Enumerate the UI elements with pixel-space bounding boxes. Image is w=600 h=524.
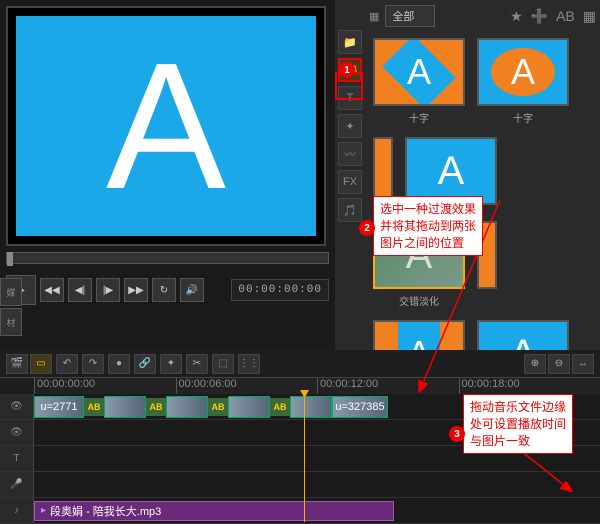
- fit-button[interactable]: ↔: [572, 354, 594, 374]
- audio-tab-icon[interactable]: 🎵: [338, 198, 362, 222]
- left-tab-material[interactable]: 材: [0, 308, 22, 336]
- clip[interactable]: u=2771: [34, 396, 84, 418]
- playhead[interactable]: [304, 394, 305, 522]
- callout-2: 拖动音乐文件边缘处可设置播放时间与图片一致: [463, 394, 573, 454]
- graphic-tab-icon[interactable]: ✦: [338, 114, 362, 138]
- clip[interactable]: [104, 396, 146, 418]
- title-track-head[interactable]: T: [0, 446, 34, 471]
- clip[interactable]: [166, 396, 208, 418]
- preview-letter: A: [106, 23, 226, 230]
- preview-frame: A: [16, 16, 316, 236]
- audio-clip[interactable]: 段奥娟 - 陪我长大.mp3: [34, 501, 394, 521]
- group-button[interactable]: ⬚: [212, 354, 234, 374]
- favorite-icon[interactable]: ★: [510, 8, 523, 25]
- overlay-track-head[interactable]: 👁: [0, 420, 34, 445]
- transition-clip[interactable]: AB: [208, 398, 228, 416]
- transition-thumb[interactable]: A 十字: [477, 38, 569, 125]
- transition-clip[interactable]: AB: [84, 398, 104, 416]
- thumb-label: 交错淡化: [373, 293, 465, 308]
- preview-scrubber[interactable]: [6, 252, 329, 264]
- record-button[interactable]: ●: [108, 354, 130, 374]
- clip[interactable]: u=327385: [332, 396, 388, 418]
- side-toolbar: 📁 AB T ✦ 〰 FX 🎵: [335, 0, 365, 350]
- loop-button[interactable]: ↻: [152, 278, 176, 302]
- zoom-out-button[interactable]: ⊖: [548, 354, 570, 374]
- music-track-head[interactable]: ♪: [0, 498, 34, 523]
- step-forward-button[interactable]: |▶: [96, 278, 120, 302]
- clip[interactable]: [228, 396, 270, 418]
- marker-button[interactable]: ✦: [160, 354, 182, 374]
- clip[interactable]: [290, 396, 332, 418]
- voice-track-head[interactable]: 🎤: [0, 472, 34, 497]
- category-select[interactable]: 全部: [385, 5, 435, 27]
- preview-monitor: A: [6, 6, 326, 246]
- title-tab-icon[interactable]: T: [338, 86, 362, 110]
- transition-clip[interactable]: AB: [270, 398, 290, 416]
- voice-track[interactable]: [34, 472, 600, 497]
- timeline-view-button[interactable]: ▭: [30, 354, 52, 374]
- add-icon[interactable]: ➕: [531, 8, 548, 25]
- zoom-in-button[interactable]: ⊕: [524, 354, 546, 374]
- text-overlay-icon[interactable]: AB: [556, 8, 575, 25]
- link-button[interactable]: 🔗: [134, 354, 156, 374]
- gallery-icon: ▦: [369, 10, 379, 23]
- annotation-badge-2: 2: [359, 220, 375, 236]
- grid-view-icon[interactable]: ▦: [583, 8, 596, 25]
- timecode[interactable]: 00:00:00:00: [231, 279, 329, 301]
- callout-1: 选中一种过渡效果并将其拖动到两张图片之间的位置: [373, 196, 483, 256]
- media-tab-icon[interactable]: 📁: [338, 30, 362, 54]
- time-ruler[interactable]: 00:00:00:00 00:00:06:00 00:00:12:00 00:0…: [34, 378, 600, 394]
- transition-thumb[interactable]: A 十字: [373, 38, 465, 125]
- volume-button[interactable]: 🔊: [180, 278, 204, 302]
- music-track[interactable]: 段奥娟 - 陪我长大.mp3: [34, 498, 600, 523]
- path-tab-icon[interactable]: 〰: [338, 142, 362, 166]
- video-track-head[interactable]: 👁: [0, 394, 34, 419]
- redo-button[interactable]: ↷: [82, 354, 104, 374]
- prev-button[interactable]: ◀◀: [40, 278, 64, 302]
- thumb-label: 十字: [373, 110, 465, 125]
- step-back-button[interactable]: ◀|: [68, 278, 92, 302]
- thumb-label: 十字: [477, 110, 569, 125]
- storyboard-view-button[interactable]: 🎬: [6, 354, 28, 374]
- left-tab-library[interactable]: 媒: [0, 278, 22, 306]
- batch-button[interactable]: ⋮⋮: [238, 354, 260, 374]
- next-button[interactable]: ▶▶: [124, 278, 148, 302]
- transition-clip[interactable]: AB: [146, 398, 166, 416]
- annotation-badge-3: 3: [449, 426, 465, 442]
- fx-tab-icon[interactable]: FX: [338, 170, 362, 194]
- trim-button[interactable]: ✂: [186, 354, 208, 374]
- annotation-badge-1: 1: [339, 62, 355, 78]
- undo-button[interactable]: ↶: [56, 354, 78, 374]
